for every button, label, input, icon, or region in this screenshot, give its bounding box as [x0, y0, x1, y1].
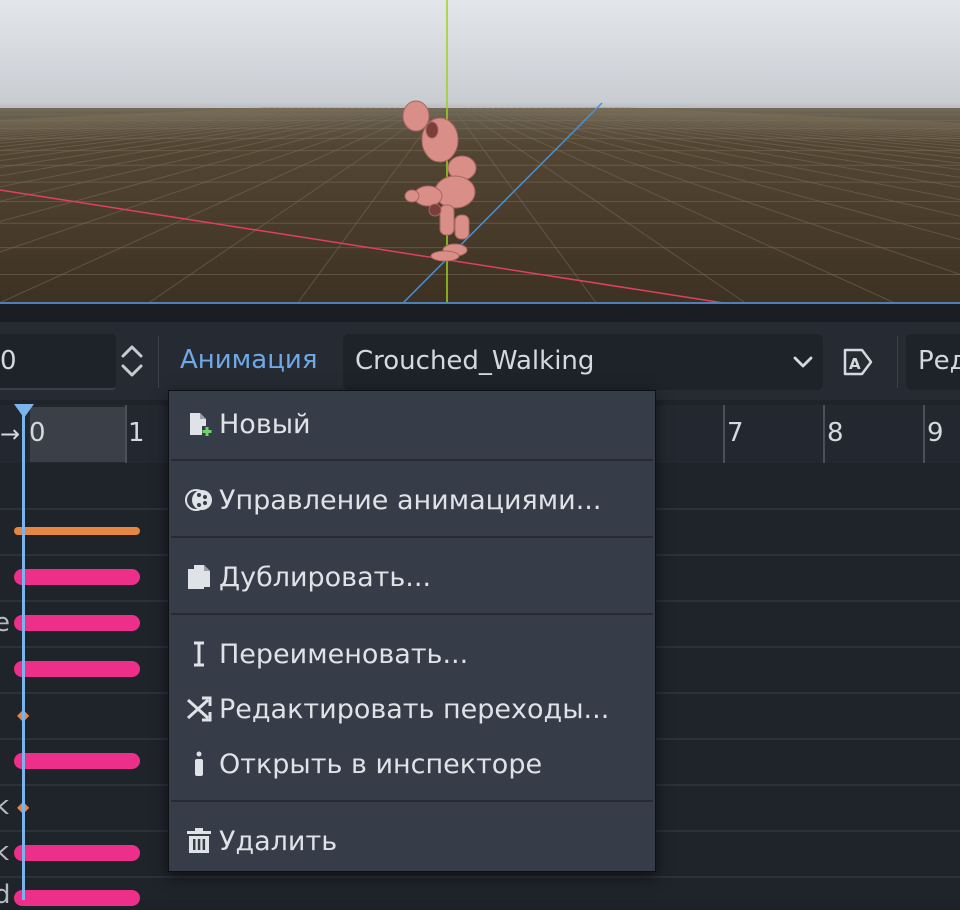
edit-menu-button[interactable]: Ред	[906, 334, 960, 390]
menu-item-duplicate[interactable]: Дублировать...	[169, 552, 653, 602]
track-keyframes[interactable]	[14, 753, 140, 769]
track-name: k	[0, 791, 10, 821]
menu-separator	[171, 613, 653, 615]
dock-separator[interactable]	[0, 304, 960, 322]
ruler-label: 7	[727, 418, 744, 448]
viewport-scene	[0, 0, 960, 304]
new-file-icon	[190, 413, 212, 436]
ruler-tick	[125, 405, 127, 463]
svg-text:A: A	[849, 355, 861, 373]
chevron-down-icon	[793, 356, 813, 368]
selected-animation: Crouched_Walking	[355, 346, 595, 376]
menu-separator	[171, 800, 653, 802]
animation-menu-button[interactable]: Анимация	[180, 345, 317, 375]
menu-item-label: Дублировать...	[219, 562, 432, 593]
menu-item-label: Удалить	[219, 826, 338, 857]
current-time-field[interactable]: 0	[0, 334, 116, 390]
menu-separator	[171, 536, 653, 538]
current-time-value: 0	[0, 346, 17, 376]
playhead[interactable]	[22, 412, 25, 900]
arrow-right-icon: →	[0, 420, 21, 448]
menu-item-label: Новый	[219, 409, 311, 440]
track-name: e	[0, 608, 10, 638]
toolbar-separator	[897, 336, 898, 388]
ruler-tick	[923, 405, 925, 463]
inspector-icon	[195, 751, 203, 776]
ruler-label: 9	[927, 418, 944, 448]
edit-menu-label: Ред	[918, 346, 960, 376]
animation-popup-menu: Новый Управление анимациями... Дублирова…	[168, 390, 656, 872]
rename-icon	[194, 641, 204, 667]
track-keyframes[interactable]	[14, 615, 140, 631]
menu-item-delete[interactable]: Удалить	[169, 816, 653, 866]
spin-down-icon	[121, 364, 143, 377]
menu-item-open-in-inspector[interactable]: Открыть в инспекторе	[169, 739, 653, 789]
menu-item-edit-transitions[interactable]: Редактировать переходы...	[169, 684, 653, 734]
menu-item-rename[interactable]: Переименовать...	[169, 629, 653, 679]
ruler-tick	[823, 405, 825, 463]
menu-item-manage-animations[interactable]: Управление анимациями...	[169, 475, 653, 525]
track-keyframes[interactable]	[14, 527, 140, 535]
track-keyframes[interactable]	[14, 845, 140, 861]
time-spinner[interactable]	[118, 336, 146, 386]
animation-selector[interactable]: Crouched_Walking	[343, 334, 823, 390]
menu-separator	[171, 459, 653, 461]
ruler-tick	[723, 405, 725, 463]
spin-up-icon	[121, 345, 143, 358]
track-name: d	[0, 880, 11, 910]
3d-viewport[interactable]	[0, 0, 960, 304]
menu-item-label: Редактировать переходы...	[219, 694, 610, 725]
track-keyframes[interactable]	[14, 661, 140, 677]
track-name: k	[0, 837, 10, 867]
ruler-label: 1	[128, 418, 145, 448]
trash-icon	[187, 828, 211, 853]
ruler-label: 0	[29, 418, 46, 448]
track-keyframes[interactable]	[14, 890, 140, 906]
track-keyframes[interactable]	[14, 569, 140, 585]
autoplay-icon: A	[843, 348, 873, 376]
transitions-icon	[186, 696, 212, 722]
animation-library-icon	[185, 489, 212, 511]
toolbar-separator	[158, 336, 159, 388]
ruler-label: 8	[827, 418, 844, 448]
menu-item-label: Переименовать...	[219, 639, 469, 670]
duplicate-icon	[188, 565, 210, 589]
track-divider	[0, 876, 960, 878]
autoplay-button[interactable]: A	[840, 344, 876, 380]
menu-item-label: Управление анимациями...	[219, 485, 602, 516]
menu-item-label: Открыть в инспекторе	[219, 749, 543, 780]
menu-item-new[interactable]: Новый	[169, 399, 653, 449]
